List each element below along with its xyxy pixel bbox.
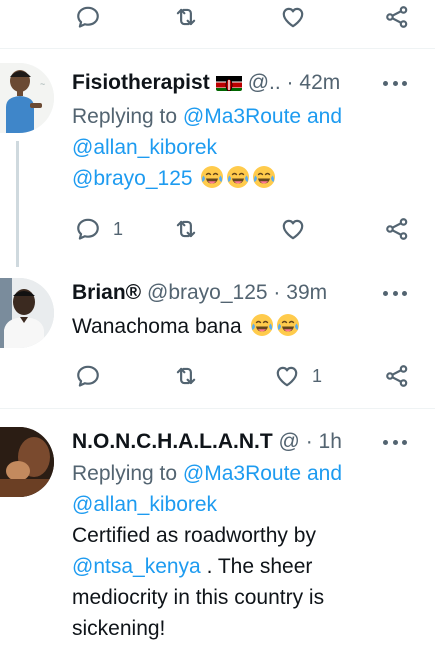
timestamp[interactable]: 42m (299, 71, 340, 94)
retweet-icon (173, 216, 199, 242)
kenya-flag-icon (215, 73, 242, 91)
like-button[interactable] (280, 0, 306, 37)
handle[interactable]: @.. (248, 71, 281, 94)
tweet-text: sickening! (72, 617, 166, 640)
reply-icon (75, 216, 101, 242)
mention-link[interactable]: @Ma3Route (183, 105, 301, 128)
svg-text:~: ~ (40, 79, 45, 89)
tweet-fisiotherapist[interactable]: ~ Fisiotherapist @.. · 42m Replying to @M… (0, 49, 435, 267)
retweet-button[interactable] (173, 209, 199, 249)
tweet-header: N.O.N.C.H.A.L.A.N.T @ · 1h (72, 427, 385, 457)
heart-icon (280, 216, 306, 242)
laughing-emoji-icon (252, 165, 276, 189)
reply-icon (75, 4, 101, 30)
reply-button[interactable] (75, 0, 101, 37)
timestamp[interactable]: 1h (319, 430, 342, 453)
reply-icon (75, 363, 101, 389)
tweet-body: Wanachoma bana (72, 311, 421, 342)
handle[interactable]: @ (279, 430, 300, 453)
heart-icon (280, 4, 306, 30)
mention-link[interactable]: @Ma3Route (183, 462, 301, 485)
heart-icon (274, 363, 300, 389)
tweet-text: mediocrity in this country is (72, 586, 325, 609)
tweet-body: Replying to @Ma3Route and @allan_kiborek… (72, 101, 421, 194)
replying-to-label: Replying to (72, 462, 178, 485)
replying-to-label: Replying to (72, 105, 178, 128)
and-label: and (306, 105, 343, 128)
display-name[interactable]: Brian® (72, 281, 141, 304)
more-button[interactable] (383, 278, 407, 308)
action-bar: 1 (0, 209, 435, 249)
tweet-text: Wanachoma bana (72, 315, 242, 338)
share-icon (384, 4, 410, 30)
avatar[interactable]: ~ (0, 63, 54, 133)
share-button[interactable] (384, 209, 410, 249)
like-button[interactable]: 1 (274, 356, 322, 396)
retweet-button[interactable] (173, 356, 199, 396)
display-name[interactable]: N.O.N.C.H.A.L.A.N.T (72, 430, 273, 453)
retweet-button[interactable] (173, 0, 199, 37)
share-button[interactable] (384, 0, 410, 37)
and-label: and (306, 462, 343, 485)
avatar[interactable] (0, 427, 54, 497)
action-bar: 1 (0, 356, 435, 396)
more-button[interactable] (383, 427, 407, 457)
tweet-text: Certified as roadworthy by (72, 524, 316, 547)
retweet-icon (173, 363, 199, 389)
like-count: 1 (312, 365, 323, 386)
separator: · (305, 430, 313, 453)
mention-link[interactable]: @allan_kiborek (72, 493, 217, 516)
handle[interactable]: @brayo_125 (147, 281, 268, 304)
laughing-emoji-icon (226, 165, 250, 189)
mention-link[interactable]: @ntsa_kenya (72, 555, 201, 578)
reply-count: 1 (113, 218, 124, 239)
tweet-body: Replying to @Ma3Route and @allan_kiborek… (72, 458, 421, 644)
separator: · (273, 281, 281, 304)
tweet-nonchalant[interactable]: N.O.N.C.H.A.L.A.N.T @ · 1h Replying to @… (0, 409, 435, 646)
laughing-emoji-icon (250, 313, 274, 337)
share-icon (384, 363, 410, 389)
tweet-brian[interactable]: Brian® @brayo_125 · 39m Wanachoma bana 1 (0, 258, 435, 408)
like-button[interactable] (280, 209, 306, 249)
reply-button[interactable]: 1 (75, 209, 123, 249)
avatar[interactable] (0, 278, 54, 348)
share-icon (384, 216, 410, 242)
mention-link[interactable]: @brayo_125 (72, 167, 193, 190)
tweet-header: Fisiotherapist @.. · 42m (72, 68, 385, 98)
action-bar-top (0, 0, 435, 37)
mention-link[interactable]: @allan_kiborek (72, 136, 217, 159)
tweet-header: Brian® @brayo_125 · 39m (72, 278, 385, 308)
separator: · (286, 71, 294, 94)
timestamp[interactable]: 39m (286, 281, 327, 304)
laughing-emoji-icon (276, 313, 300, 337)
display-name[interactable]: Fisiotherapist (72, 71, 210, 94)
laughing-emoji-icon (200, 165, 224, 189)
reply-button[interactable] (75, 356, 101, 396)
more-button[interactable] (383, 68, 407, 98)
tweet-text: . The sheer (200, 555, 313, 578)
share-button[interactable] (384, 356, 410, 396)
retweet-icon (173, 4, 199, 30)
